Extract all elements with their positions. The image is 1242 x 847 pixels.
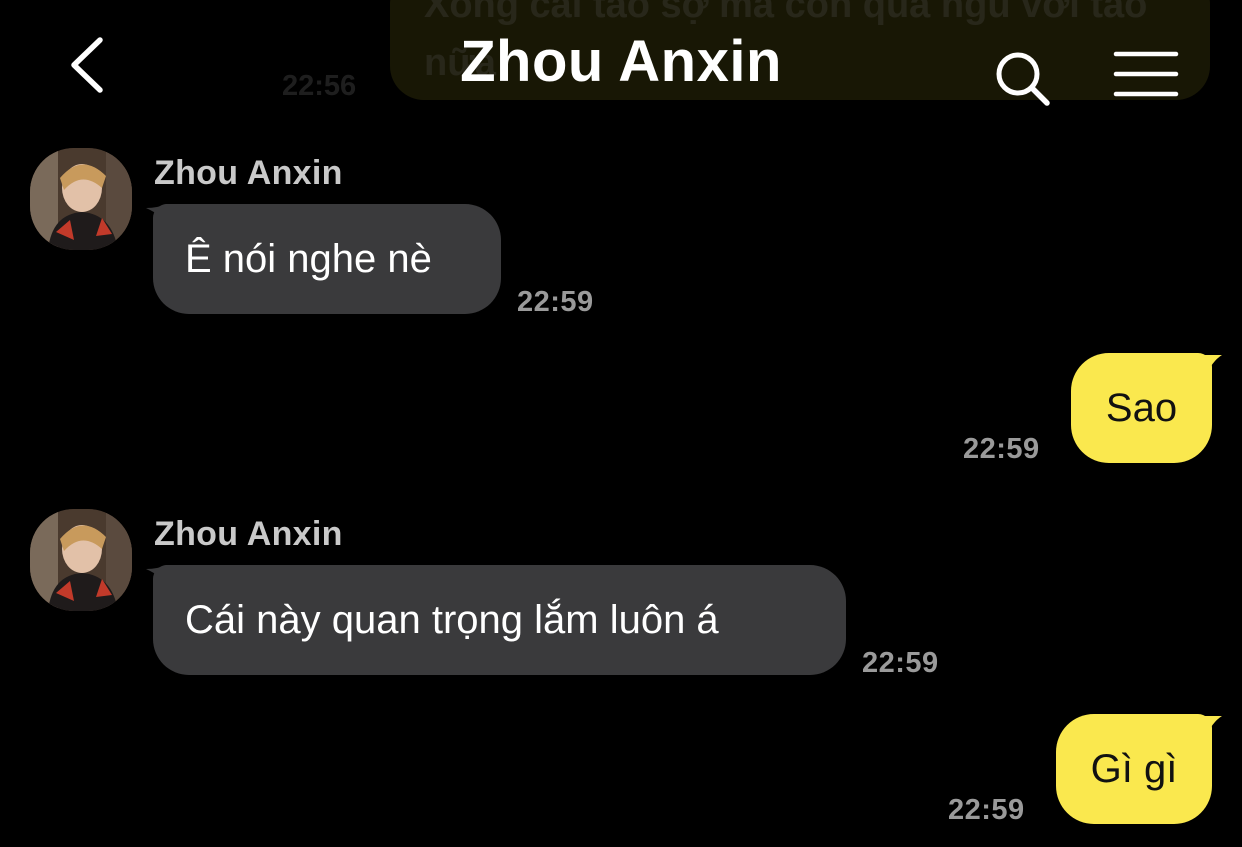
search-icon [996, 52, 1050, 106]
search-button[interactable] [992, 48, 1054, 110]
message-text: Cái này quan trọng lắm luôn á [185, 598, 719, 642]
message-time: 22:59 [517, 286, 594, 318]
bubble-tail [1194, 355, 1222, 379]
message-time: 22:59 [963, 433, 1040, 465]
chat-title: Zhou Anxin [460, 29, 782, 94]
menu-icon [1113, 51, 1179, 97]
message-bubble-incoming[interactable]: Ê nói nghe nè [153, 204, 501, 314]
bubble-tail [1194, 716, 1222, 740]
message-time: 22:59 [948, 794, 1025, 826]
sender-name: Zhou Anxin [154, 154, 343, 192]
message-bubble-incoming[interactable]: Cái này quan trọng lắm luôn á [153, 565, 846, 675]
sender-name: Zhou Anxin [154, 515, 343, 553]
message-text: Sao [1105, 386, 1178, 430]
message-bubble-outgoing[interactable]: Gì gì [1056, 714, 1212, 824]
message-text: Ê nói nghe nè [185, 237, 432, 281]
avatar[interactable] [30, 148, 132, 250]
message-text: Gì gì [1090, 747, 1178, 791]
avatar-photo [30, 148, 132, 250]
message-time: 22:59 [862, 647, 939, 679]
message-bubble-outgoing[interactable]: Sao [1071, 353, 1212, 463]
chat-header: Zhou Anxin [0, 0, 1242, 125]
avatar-photo [30, 509, 132, 611]
avatar[interactable] [30, 509, 132, 611]
menu-button[interactable] [1112, 48, 1180, 100]
